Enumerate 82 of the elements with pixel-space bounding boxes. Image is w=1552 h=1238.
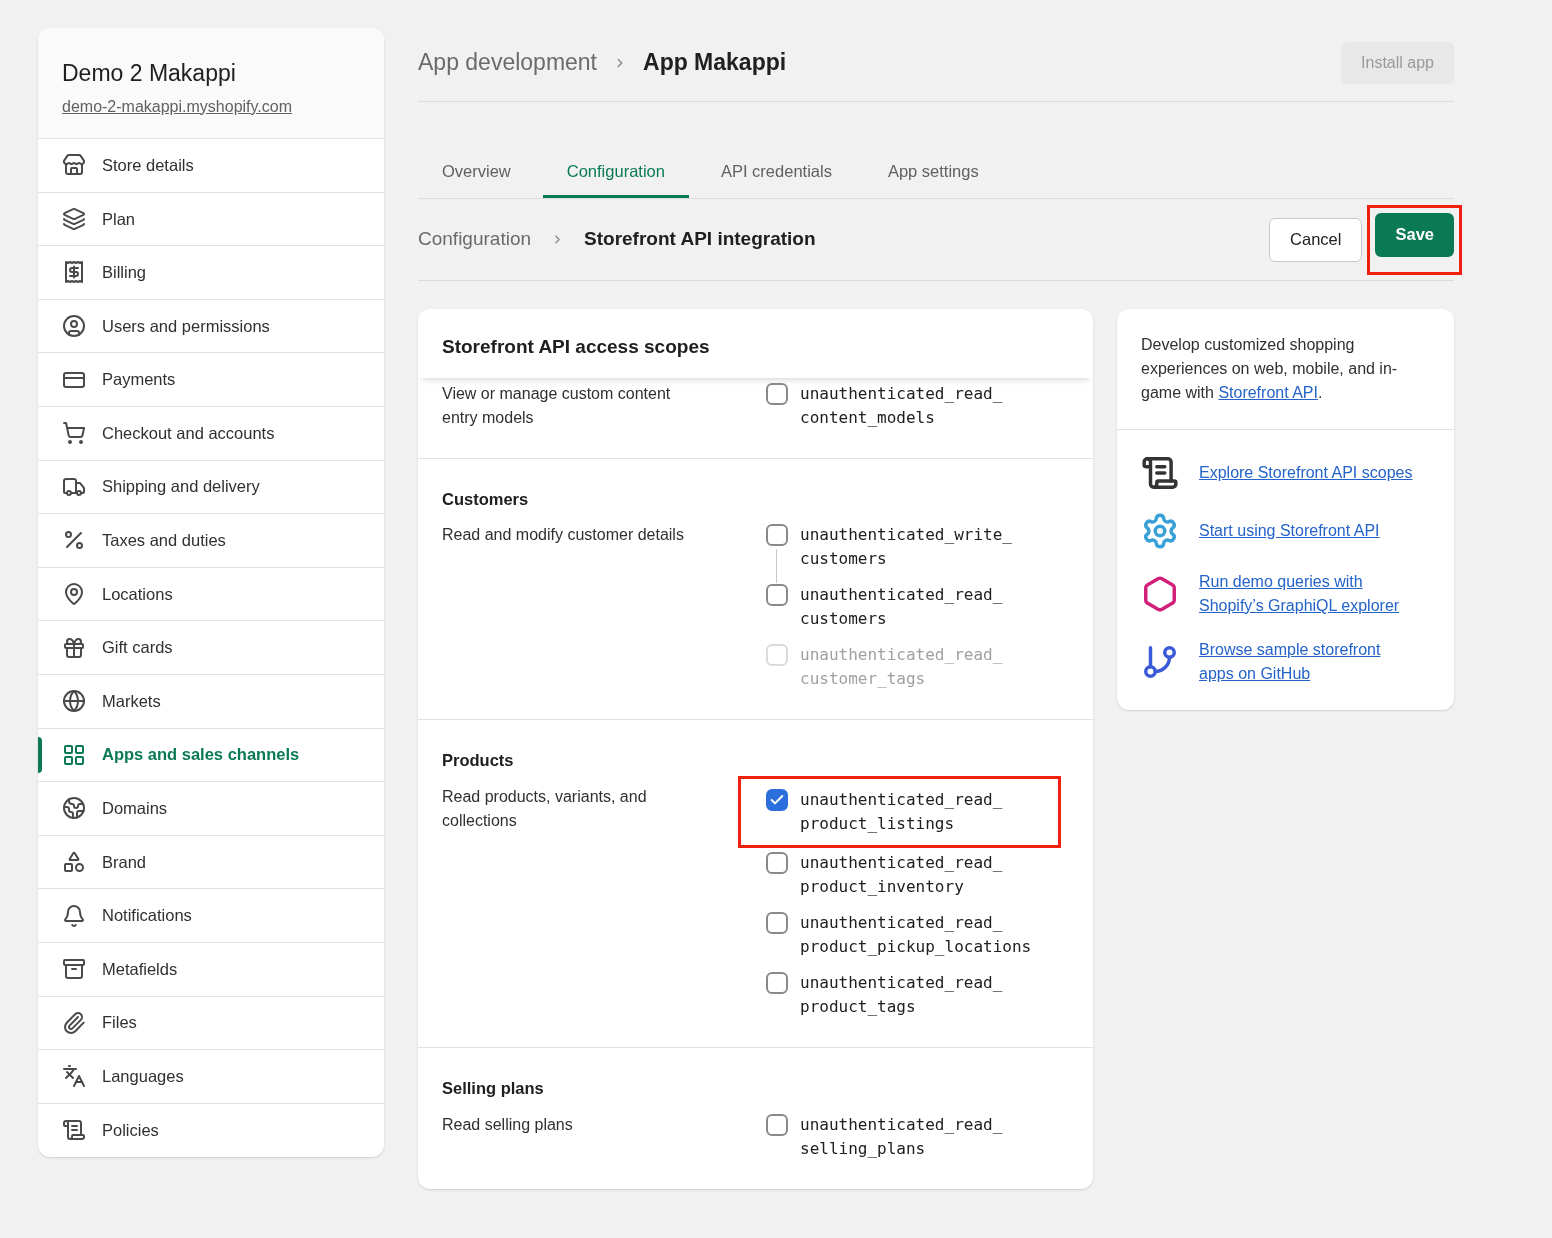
- checkbox[interactable]: [766, 382, 788, 405]
- hexagon-icon: [1141, 575, 1179, 613]
- bell-icon: [62, 903, 86, 928]
- gear-icon: [1141, 512, 1179, 550]
- sidebar-item[interactable]: Notifications: [38, 889, 384, 943]
- sidebar-item[interactable]: Apps and sales channels: [38, 728, 384, 783]
- section-description: Read products, variants, and collections: [442, 787, 648, 831]
- tab[interactable]: Configuration: [542, 148, 689, 198]
- pin-icon: [62, 582, 86, 607]
- scope-checkbox[interactable]: unauthenticated_read_ product_listings: [766, 788, 1003, 836]
- sidebar-item[interactable]: Taxes and duties: [38, 514, 384, 568]
- storefront-icon: [62, 153, 86, 178]
- sidebar-item[interactable]: Payments: [38, 353, 384, 407]
- scope-checkbox[interactable]: unauthenticated_read_ content_models: [766, 381, 1003, 430]
- section-heading: Products: [442, 750, 515, 772]
- info-text: Develop customized shopping experiences on web, mobile, and in-game with Storefront API.: [1141, 335, 1399, 403]
- resource-link[interactable]: Start using Storefront API: [1199, 519, 1419, 543]
- globe-icon: [62, 796, 86, 821]
- sidebar-item[interactable]: Shipping and delivery: [38, 460, 384, 515]
- checkbox[interactable]: [766, 912, 788, 934]
- translate-icon: [62, 1064, 86, 1089]
- sidebar-item[interactable]: Store details: [38, 139, 384, 193]
- sidebar-item[interactable]: Billing: [38, 246, 384, 300]
- section-description: Read selling plans: [442, 1114, 574, 1135]
- selection-indicator: [38, 736, 42, 774]
- section-description: Read and modify customer details: [442, 525, 685, 546]
- checked-checkbox[interactable]: [766, 789, 788, 811]
- sidebar-item[interactable]: Files: [38, 996, 384, 1051]
- shapes-icon: [62, 850, 86, 874]
- tab[interactable]: Overview: [418, 148, 535, 198]
- checkbox[interactable]: [766, 852, 788, 874]
- scroll-icon: [1141, 454, 1179, 492]
- resource-link[interactable]: Run demo queries with Shopify’s GraphiQL explorer: [1199, 570, 1419, 618]
- scope-checkbox[interactable]: unauthenticated_read_ selling_plans: [766, 1112, 1003, 1161]
- branch-icon: [1141, 643, 1179, 681]
- resource-link[interactable]: Explore Storefront API scopes: [1199, 461, 1419, 485]
- grid-icon: [62, 742, 86, 767]
- sidebar-item[interactable]: Domains: [38, 782, 384, 836]
- sidebar-item[interactable]: Gift cards: [38, 621, 384, 675]
- sidebar-item[interactable]: Checkout and accounts: [38, 406, 384, 461]
- globe-icon: [62, 689, 86, 714]
- user-icon: [62, 314, 86, 339]
- store-domain-link[interactable]: demo-2-makappi.myshopify.com: [62, 94, 360, 119]
- section-heading: Customers: [442, 488, 530, 510]
- breadcrumb-link[interactable]: App development: [418, 45, 597, 80]
- scope-checkbox[interactable]: unauthenticated_read_ product_inventory: [766, 851, 1062, 899]
- checkbox[interactable]: [766, 972, 788, 994]
- section-description: View or manage custom content entry models: [442, 383, 672, 428]
- sidebar-item[interactable]: Languages: [38, 1050, 384, 1104]
- scroll-icon: [62, 1118, 86, 1143]
- tab[interactable]: API credentials: [696, 148, 856, 198]
- breadcrumb-link[interactable]: Configuration: [418, 225, 532, 254]
- sidebar-item[interactable]: Markets: [38, 674, 384, 729]
- section-heading: Selling plans: [442, 1078, 545, 1099]
- checkbox[interactable]: [766, 584, 788, 607]
- scope-checkbox[interactable]: unauthenticated_read_ product_tags: [766, 971, 1062, 1019]
- scope-checkbox[interactable]: unauthenticated_read_ customers: [766, 583, 1012, 632]
- resource-link[interactable]: Browse sample storefront apps on GitHub: [1199, 638, 1419, 686]
- sidebar-item[interactable]: Locations: [38, 567, 384, 622]
- scope-checkbox[interactable]: unauthenticated_read_ product_pickup_locations: [766, 911, 1062, 959]
- section-title: Storefront API integration: [584, 227, 816, 252]
- box-icon: [62, 957, 86, 982]
- tab[interactable]: App settings: [863, 148, 1003, 198]
- cancel-button[interactable]: Cancel: [1269, 217, 1363, 262]
- sidebar-item[interactable]: Users and permissions: [38, 299, 384, 354]
- scope-checkbox[interactable]: unauthenticated_write_ customers: [766, 523, 1012, 572]
- layers-icon: [62, 206, 86, 231]
- card-title: Storefront API access scopes: [442, 336, 710, 357]
- cart-icon: [62, 421, 86, 446]
- sidebar-item[interactable]: Policies: [38, 1103, 384, 1158]
- sidebar-item[interactable]: Plan: [38, 192, 384, 247]
- storefront-api-link[interactable]: Storefront API: [1218, 384, 1318, 401]
- checkbox[interactable]: [766, 524, 788, 547]
- sidebar-item[interactable]: Brand: [38, 835, 384, 890]
- checkbox[interactable]: [766, 1113, 788, 1136]
- page-title: App Makappi: [643, 48, 787, 78]
- save-button[interactable]: Save: [1375, 212, 1454, 257]
- gift-icon: [62, 635, 86, 660]
- receipt-icon: [62, 260, 86, 285]
- paperclip-icon: [62, 1010, 86, 1035]
- sidebar-item[interactable]: Metafields: [38, 942, 384, 997]
- store-name: Demo 2 Makappi: [62, 59, 237, 88]
